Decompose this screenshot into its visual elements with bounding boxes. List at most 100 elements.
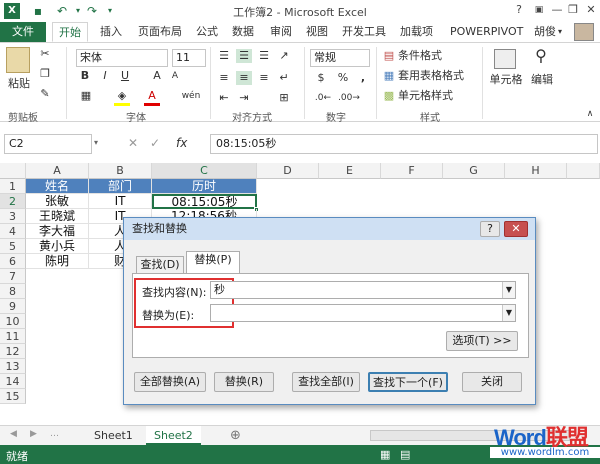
- align-bottom-icon[interactable]: ☰: [256, 49, 272, 63]
- column-header[interactable]: D: [257, 163, 319, 179]
- grow-font-icon[interactable]: A: [150, 69, 164, 83]
- accounting-format-icon[interactable]: $: [312, 71, 330, 85]
- cut-icon[interactable]: ✂: [38, 47, 52, 61]
- shrink-font-icon[interactable]: A: [168, 69, 182, 83]
- editing-icon[interactable]: ⚲: [530, 48, 552, 64]
- row-header[interactable]: 7: [0, 269, 26, 284]
- percent-button[interactable]: %: [336, 71, 350, 85]
- column-header[interactable]: G: [443, 163, 505, 179]
- tab-home[interactable]: 开始: [52, 22, 88, 42]
- align-center-icon[interactable]: ≡: [236, 71, 252, 85]
- normal-view-icon[interactable]: ▦: [380, 448, 390, 461]
- collapse-ribbon-icon[interactable]: ∧: [584, 107, 596, 121]
- format-painter-icon[interactable]: ✎: [38, 87, 52, 101]
- editing-button[interactable]: 编辑: [528, 73, 556, 87]
- replace-input[interactable]: ▼: [210, 304, 516, 322]
- decrease-decimal-icon[interactable]: .00→: [338, 91, 360, 105]
- column-header[interactable]: A: [26, 163, 89, 179]
- dialog-help-button[interactable]: ?: [480, 221, 500, 237]
- comma-button[interactable]: ,: [356, 71, 370, 85]
- formula-input[interactable]: 08:15:05秒: [210, 134, 598, 154]
- dialog-close-icon[interactable]: ✕: [504, 221, 528, 237]
- tab-replace[interactable]: 替换(P): [186, 251, 240, 274]
- scroll-first-sheet-icon[interactable]: ◀: [10, 429, 17, 439]
- row-header[interactable]: 13: [0, 359, 26, 374]
- help-button[interactable]: ?: [510, 2, 528, 18]
- orientation-icon[interactable]: ↗: [276, 49, 292, 63]
- header-cell[interactable]: 部门: [89, 179, 152, 194]
- dialog-close-button[interactable]: 关闭: [462, 372, 522, 392]
- phonetic-button[interactable]: wén: [180, 89, 202, 103]
- tab-addins[interactable]: 加载项: [400, 22, 433, 42]
- selected-cell[interactable]: 08:15:05秒: [152, 194, 257, 209]
- data-cell[interactable]: 陈明: [26, 254, 89, 269]
- find-all-button[interactable]: 查找全部(I): [292, 372, 360, 392]
- more-sheets-icon[interactable]: …: [50, 429, 59, 439]
- tab-view[interactable]: 视图: [306, 22, 328, 42]
- number-format-box[interactable]: 常规: [310, 49, 370, 67]
- file-tab[interactable]: 文件: [0, 22, 46, 42]
- font-color-button[interactable]: A: [144, 89, 160, 106]
- wrap-text-icon[interactable]: ↵: [276, 71, 292, 85]
- row-header[interactable]: 11: [0, 329, 26, 344]
- find-dropdown-icon[interactable]: ▼: [502, 282, 515, 298]
- row-header[interactable]: 1: [0, 179, 26, 194]
- row-header[interactable]: 9: [0, 299, 26, 314]
- replace-dropdown-icon[interactable]: ▼: [502, 305, 515, 321]
- cells-icon[interactable]: [494, 49, 516, 69]
- italic-button[interactable]: I: [98, 69, 112, 83]
- data-cell[interactable]: 王晓斌: [26, 209, 89, 224]
- sheet-tab-sheet1[interactable]: Sheet1: [86, 426, 141, 445]
- enter-icon[interactable]: ✓: [150, 136, 160, 150]
- cells-button[interactable]: 单元格: [486, 73, 526, 87]
- avatar[interactable]: [574, 23, 594, 41]
- select-all-corner[interactable]: [0, 163, 26, 179]
- conditional-format-button[interactable]: 条件格式: [398, 49, 442, 63]
- decrease-indent-icon[interactable]: ⇤: [216, 91, 232, 105]
- tab-developer[interactable]: 开发工具: [342, 22, 386, 42]
- format-as-table-icon[interactable]: ▦: [382, 69, 396, 83]
- row-header[interactable]: 5: [0, 239, 26, 254]
- tab-formulas[interactable]: 公式: [196, 22, 218, 42]
- new-sheet-button[interactable]: ⊕: [230, 428, 241, 443]
- cell-styles-button[interactable]: 单元格样式: [398, 89, 453, 103]
- row-header[interactable]: 4: [0, 224, 26, 239]
- close-button[interactable]: ✕: [582, 2, 600, 18]
- increase-indent-icon[interactable]: ⇥: [236, 91, 252, 105]
- borders-icon[interactable]: ▦: [78, 89, 94, 103]
- header-cell[interactable]: 姓名: [26, 179, 89, 194]
- replace-all-button[interactable]: 全部替换(A): [134, 372, 206, 392]
- data-cell[interactable]: 黄小兵: [26, 239, 89, 254]
- sheet-tab-sheet2[interactable]: Sheet2: [146, 426, 201, 445]
- font-name-box[interactable]: 宋体: [76, 49, 168, 67]
- user-name[interactable]: 胡俊: [534, 22, 556, 42]
- column-header[interactable]: E: [319, 163, 381, 179]
- replace-button[interactable]: 替换(R): [214, 372, 274, 392]
- underline-button[interactable]: U: [118, 69, 132, 83]
- user-dropdown-icon[interactable]: ▾: [558, 22, 562, 42]
- header-cell[interactable]: 历时: [152, 179, 257, 194]
- row-header[interactable]: 8: [0, 284, 26, 299]
- row-header[interactable]: 12: [0, 344, 26, 359]
- name-box-dropdown-icon[interactable]: ▾: [94, 138, 98, 147]
- tab-powerpivot[interactable]: POWERPIVOT: [450, 22, 523, 42]
- find-next-button[interactable]: 查找下一个(F): [368, 372, 448, 392]
- cell-styles-icon[interactable]: ▩: [382, 89, 396, 103]
- format-as-table-button[interactable]: 套用表格格式: [398, 69, 464, 83]
- restore-button[interactable]: ❐: [564, 2, 582, 18]
- row-header[interactable]: 2: [0, 194, 26, 209]
- conditional-format-icon[interactable]: ▤: [382, 49, 396, 63]
- ribbon-display-icon[interactable]: ▣: [530, 2, 548, 18]
- bold-button[interactable]: B: [78, 69, 92, 83]
- name-box[interactable]: C2: [4, 134, 92, 154]
- row-header[interactable]: 3: [0, 209, 26, 224]
- find-input[interactable]: 秒 ▼: [210, 281, 516, 299]
- align-middle-icon[interactable]: ☰: [236, 49, 252, 63]
- copy-icon[interactable]: ❐: [38, 67, 52, 81]
- align-right-icon[interactable]: ≡: [256, 71, 272, 85]
- merge-center-icon[interactable]: ⊞: [276, 91, 292, 105]
- tab-review[interactable]: 审阅: [270, 22, 292, 42]
- paste-button[interactable]: 粘贴: [4, 77, 34, 91]
- data-cell[interactable]: 张敏: [26, 194, 89, 209]
- column-header[interactable]: H: [505, 163, 567, 179]
